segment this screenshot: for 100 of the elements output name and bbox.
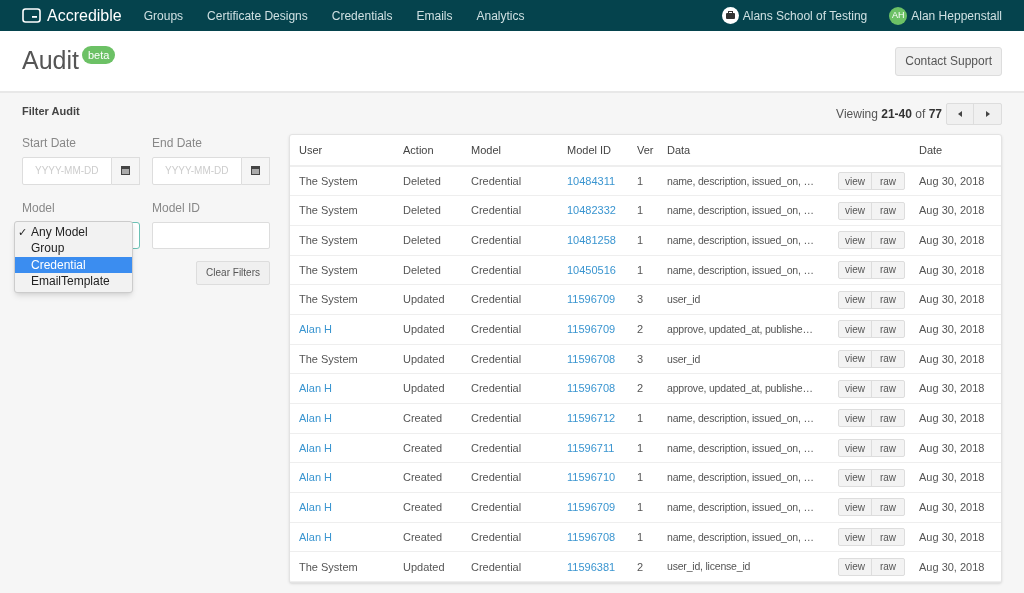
raw-button[interactable]: raw xyxy=(872,173,904,190)
caret-right-icon xyxy=(985,111,990,117)
beta-badge: beta xyxy=(82,45,116,65)
view-button[interactable]: view xyxy=(839,469,872,486)
view-button[interactable]: view xyxy=(839,232,872,249)
pagination-text: Viewing 21-40 of 77 xyxy=(836,106,942,123)
table-cell: Aug 30, 2018 xyxy=(919,204,985,217)
table-cell: Credential xyxy=(471,441,522,454)
view-button[interactable]: view xyxy=(839,202,872,219)
raw-button[interactable]: raw xyxy=(872,321,904,338)
table-cell: name, description, issued_on, … xyxy=(667,204,814,217)
table-cell: name, description, issued_on, … xyxy=(667,441,814,454)
table-cell: Credential xyxy=(471,263,522,276)
table-cell: approve, updated_at, publishe… xyxy=(667,382,813,395)
user-menu-link[interactable]: Alan Heppenstall xyxy=(911,6,1002,25)
table-cell: Aug 30, 2018 xyxy=(919,530,985,543)
raw-button[interactable]: raw xyxy=(872,469,904,486)
view-button[interactable]: view xyxy=(839,321,872,338)
organization-link[interactable]: Alans School of Testing xyxy=(742,6,868,25)
raw-button[interactable]: raw xyxy=(872,558,904,575)
table-cell: 2 xyxy=(637,560,644,573)
table-cell: Credential xyxy=(471,382,522,395)
table-cell: Credential xyxy=(471,530,522,543)
raw-button[interactable]: raw xyxy=(872,499,904,516)
table-cell: Aug 30, 2018 xyxy=(919,471,985,484)
field-label: Start Date xyxy=(22,134,78,152)
field-label: End Date xyxy=(152,134,204,152)
table-cell: The System xyxy=(299,204,358,217)
table-cell: Aug 30, 2018 xyxy=(919,352,985,365)
table-cell: 1 xyxy=(637,233,644,246)
table-cell: name, description, issued_on, … xyxy=(667,530,814,543)
table-cell: 1 xyxy=(637,530,644,543)
clear-filters-button[interactable]: Clear Filters xyxy=(196,260,270,285)
table-cell: user_id xyxy=(667,352,701,365)
view-button[interactable]: view xyxy=(839,410,872,427)
column-header: Model ID xyxy=(567,143,612,156)
table-cell: The System xyxy=(299,263,358,276)
table-cell: Created xyxy=(403,501,443,514)
dropdown-option[interactable]: Group xyxy=(15,240,132,257)
table-cell: Aug 30, 2018 xyxy=(919,174,985,187)
table-cell: name, description, issued_on, … xyxy=(667,411,814,424)
view-button[interactable]: view xyxy=(839,499,872,516)
view-button[interactable]: view xyxy=(839,558,872,575)
nav-link[interactable]: Groups xyxy=(143,6,184,25)
nav-link[interactable]: Certificate Designs xyxy=(207,6,308,25)
column-header: Data xyxy=(667,143,691,156)
table-cell: Credential xyxy=(471,501,522,514)
table-cell: Deleted xyxy=(403,204,441,217)
table-cell: Aug 30, 2018 xyxy=(919,412,985,425)
table-cell: 2 xyxy=(637,382,644,395)
nav-link[interactable]: Analytics xyxy=(476,6,525,25)
raw-button[interactable]: raw xyxy=(872,202,904,219)
table-cell: Created xyxy=(403,530,443,543)
view-button[interactable]: view xyxy=(839,291,872,308)
table-cell: Updated xyxy=(403,293,445,306)
table-cell: Credential xyxy=(471,323,522,336)
caret-left-icon xyxy=(958,111,962,117)
table-cell: 1 xyxy=(637,412,644,425)
table-cell: name, description, issued_on, … xyxy=(667,501,814,514)
table-cell: Updated xyxy=(403,560,445,573)
table-cell: Updated xyxy=(403,323,445,336)
view-button[interactable]: view xyxy=(839,261,872,278)
raw-button[interactable]: raw xyxy=(872,440,904,457)
column-header: Model xyxy=(471,143,501,156)
contact-support-button[interactable]: Contact Support xyxy=(895,46,1002,76)
table-cell: name, description, issued_on, … xyxy=(667,174,814,187)
field-label: Model xyxy=(22,199,56,217)
model-id-field[interactable] xyxy=(152,221,270,249)
nav-link[interactable]: Emails xyxy=(416,6,453,25)
raw-button[interactable]: raw xyxy=(872,410,904,427)
table-cell: The System xyxy=(299,293,358,306)
column-header: Date xyxy=(919,143,943,156)
raw-button[interactable]: raw xyxy=(872,380,904,397)
calendar-button[interactable] xyxy=(242,156,270,185)
raw-button[interactable]: raw xyxy=(872,350,904,367)
view-button[interactable]: view xyxy=(839,350,872,367)
column-header: Action xyxy=(403,143,434,156)
brand-link[interactable]: Accredible xyxy=(47,3,122,28)
table-cell: Aug 30, 2018 xyxy=(919,293,985,306)
table-cell: Updated xyxy=(403,352,445,365)
view-button[interactable]: view xyxy=(839,380,872,397)
table-cell: Credential xyxy=(471,293,522,306)
table-cell: Credential xyxy=(471,352,522,365)
calendar-button[interactable] xyxy=(112,156,140,185)
raw-button[interactable]: raw xyxy=(872,232,904,249)
raw-button[interactable]: raw xyxy=(872,261,904,278)
page-title: Audit xyxy=(22,45,79,77)
table-cell: The System xyxy=(299,233,358,246)
dropdown-option[interactable]: EmailTemplate xyxy=(15,273,132,290)
raw-button[interactable]: raw xyxy=(872,291,904,308)
table-cell: 1 xyxy=(637,204,644,217)
briefcase-icon xyxy=(721,7,739,24)
view-button[interactable]: view xyxy=(839,173,872,190)
dropdown-option[interactable]: ✓ Any Model xyxy=(15,223,132,240)
table-cell: Aug 30, 2018 xyxy=(919,501,985,514)
table-cell: 1 xyxy=(637,441,644,454)
nav-link[interactable]: Credentials xyxy=(331,6,393,25)
view-button[interactable]: view xyxy=(839,440,872,457)
view-button[interactable]: view xyxy=(839,529,872,546)
raw-button[interactable]: raw xyxy=(872,529,904,546)
